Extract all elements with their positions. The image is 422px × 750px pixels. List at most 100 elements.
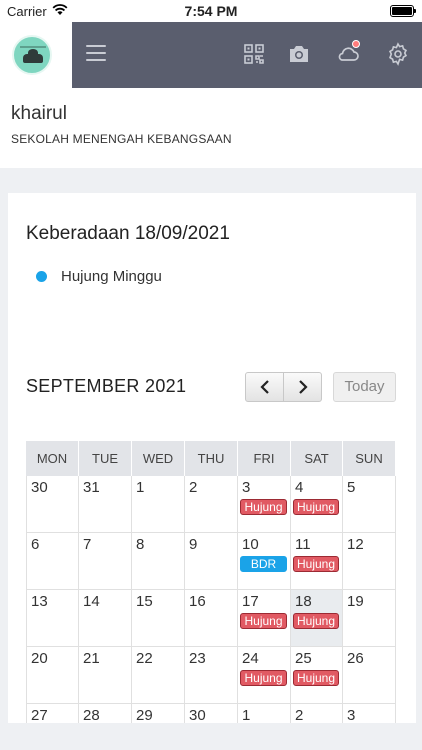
calendar-day-cell[interactable]: 17 Hujung xyxy=(238,590,291,647)
calendar-event[interactable]: Hujung xyxy=(293,556,339,572)
day-number: 31 xyxy=(83,479,100,496)
calendar-day-cell[interactable]: 27 xyxy=(26,704,79,723)
day-number: 3 xyxy=(242,479,251,496)
day-number: 10 xyxy=(242,536,259,553)
chevron-left-icon xyxy=(259,380,269,394)
calendar-day-cell[interactable]: 3 xyxy=(343,704,396,723)
calendar-event[interactable]: Hujung xyxy=(240,670,287,686)
calendar-day-cell[interactable]: 24 Hujung xyxy=(238,647,291,704)
calendar-day-cell[interactable]: 6 xyxy=(26,533,79,590)
day-number: 2 xyxy=(295,707,304,723)
calendar-day-cell[interactable]: 26 xyxy=(343,647,396,704)
calendar-day-cell[interactable]: 2 xyxy=(185,476,238,533)
qr-code-icon[interactable] xyxy=(242,42,266,66)
calendar-day-cell[interactable]: 7 xyxy=(79,533,132,590)
calendar-day-cell[interactable]: 10 BDR xyxy=(238,533,291,590)
today-button[interactable]: Today xyxy=(333,372,396,402)
day-number: 17 xyxy=(242,593,259,610)
school-name: SEKOLAH MENENGAH KEBANGSAAN xyxy=(11,132,232,146)
calendar-day-cell[interactable]: 25 Hujung xyxy=(291,647,343,704)
day-number: 12 xyxy=(347,536,364,553)
calendar-day-cell[interactable]: 30 xyxy=(26,476,79,533)
gear-icon[interactable] xyxy=(386,42,410,66)
calendar-event[interactable]: Hujung xyxy=(293,670,339,686)
calendar-day-cell[interactable]: 2 xyxy=(291,704,343,723)
day-number: 9 xyxy=(189,536,198,553)
calendar-day-cell[interactable]: 15 xyxy=(132,590,185,647)
next-month-button[interactable] xyxy=(284,373,322,401)
day-number: 27 xyxy=(31,707,48,723)
calendar-event[interactable]: Hujung xyxy=(240,499,287,515)
day-number: 21 xyxy=(83,650,100,667)
day-number: 7 xyxy=(83,536,92,553)
calendar-day-cell[interactable]: 23 xyxy=(185,647,238,704)
logo-area[interactable] xyxy=(0,22,72,88)
calendar-day-cell[interactable]: 12 xyxy=(343,533,396,590)
day-number: 22 xyxy=(136,650,153,667)
day-number: 1 xyxy=(242,707,251,723)
calendar-event[interactable]: Hujung xyxy=(240,613,287,629)
month-nav xyxy=(245,372,322,402)
calendar-event[interactable]: Hujung xyxy=(293,499,339,515)
calendar-event[interactable]: BDR xyxy=(240,556,287,572)
day-number: 29 xyxy=(136,707,153,723)
calendar-day-cell[interactable]: 16 xyxy=(185,590,238,647)
calendar-day-cell[interactable]: 19 xyxy=(343,590,396,647)
weekday-header: FRI xyxy=(238,441,291,476)
calendar-day-cell[interactable]: 31 xyxy=(79,476,132,533)
calendar-event[interactable]: Hujung xyxy=(293,613,339,629)
prev-month-button[interactable] xyxy=(246,373,284,401)
day-number: 6 xyxy=(31,536,40,553)
calendar-month-title: SEPTEMBER 2021 xyxy=(26,376,187,396)
day-number: 3 xyxy=(347,707,356,723)
calendar-day-cell[interactable]: 18 Hujung xyxy=(291,590,343,647)
user-name: khairul xyxy=(11,103,67,124)
day-number: 19 xyxy=(347,593,364,610)
calendar-day-cell[interactable]: 11 Hujung xyxy=(291,533,343,590)
camera-icon[interactable] xyxy=(287,42,311,66)
notification-dot xyxy=(352,40,360,48)
weekday-header: MON xyxy=(26,441,79,476)
calendar-day-cell[interactable]: 1 xyxy=(132,476,185,533)
calendar-day-cell[interactable]: 20 xyxy=(26,647,79,704)
battery-icon xyxy=(390,5,416,17)
day-number: 11 xyxy=(295,536,311,553)
attendance-card: Keberadaan 18/09/2021 Hujung Minggu SEPT… xyxy=(8,193,416,723)
calendar-day-cell[interactable]: 3 Hujung xyxy=(238,476,291,533)
calendar-day-cell[interactable]: 13 xyxy=(26,590,79,647)
calendar-day-cell[interactable]: 4 Hujung xyxy=(291,476,343,533)
day-number: 1 xyxy=(136,479,145,496)
calendar-day-cell[interactable]: 1 xyxy=(238,704,291,723)
day-number: 15 xyxy=(136,593,153,610)
calendar-day-cell[interactable]: 29 xyxy=(132,704,185,723)
day-number: 25 xyxy=(295,650,312,667)
menu-icon[interactable] xyxy=(86,45,106,62)
day-number: 23 xyxy=(189,650,206,667)
calendar-day-cell[interactable]: 28 xyxy=(79,704,132,723)
day-number: 28 xyxy=(83,707,100,723)
day-number: 13 xyxy=(31,593,48,610)
day-number: 14 xyxy=(83,593,100,610)
calendar-day-cell[interactable]: 21 xyxy=(79,647,132,704)
status-bar: Carrier 7:54 PM xyxy=(0,0,422,22)
legend-dot xyxy=(36,271,47,282)
day-number: 26 xyxy=(347,650,364,667)
profile-section: khairul SEKOLAH MENENGAH KEBANGSAAN xyxy=(0,88,422,168)
legend-label: Hujung Minggu xyxy=(61,268,162,285)
calendar-day-cell[interactable]: 22 xyxy=(132,647,185,704)
weekday-header: THU xyxy=(185,441,238,476)
calendar-day-cell[interactable]: 8 xyxy=(132,533,185,590)
weekday-header: SAT xyxy=(291,441,343,476)
calendar-day-cell[interactable]: 5 xyxy=(343,476,396,533)
calendar-day-cell[interactable]: 14 xyxy=(79,590,132,647)
day-number: 8 xyxy=(136,536,145,553)
app-header xyxy=(0,22,422,88)
calendar-grid: MON TUE WED THU FRI SAT SUN 30 31 1 2 3 Hujung 4 Hujun… xyxy=(26,441,396,723)
calendar-day-cell[interactable]: 9 xyxy=(185,533,238,590)
attendance-title: Keberadaan 18/09/2021 xyxy=(26,223,230,244)
school-logo xyxy=(12,35,52,75)
clock: 7:54 PM xyxy=(184,3,238,19)
day-number: 16 xyxy=(189,593,206,610)
day-number: 20 xyxy=(31,650,48,667)
calendar-day-cell[interactable]: 30 xyxy=(185,704,238,723)
